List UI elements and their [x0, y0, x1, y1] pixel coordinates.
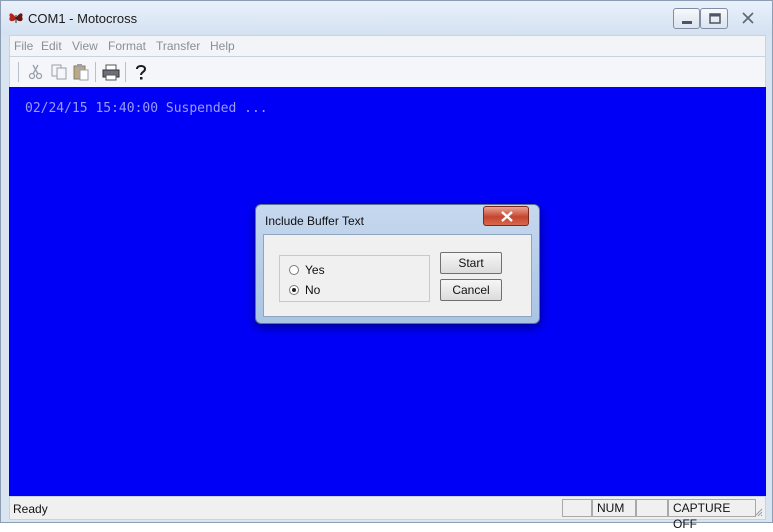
menu-help[interactable]: Help — [210, 39, 235, 53]
maximize-icon — [709, 13, 721, 24]
toolbar-separator — [125, 62, 126, 82]
close-button[interactable] — [728, 8, 768, 29]
menu-file[interactable]: File — [14, 39, 33, 53]
status-pane-empty — [562, 499, 592, 517]
window-title: COM1 - Motocross — [28, 11, 138, 26]
minimize-button[interactable] — [673, 8, 700, 29]
resize-grip-icon[interactable] — [753, 507, 763, 517]
toolbar — [9, 57, 766, 87]
close-icon — [501, 211, 513, 222]
radio-yes-label: Yes — [305, 263, 325, 277]
menu-bar: File Edit View Format Transfer Help — [9, 35, 766, 57]
close-icon — [742, 12, 754, 24]
radio-yes[interactable]: Yes — [289, 263, 409, 279]
menu-format[interactable]: Format — [108, 39, 146, 53]
dialog-title: Include Buffer Text — [265, 214, 364, 228]
dialog-body: Yes No Start Cancel — [263, 234, 532, 317]
copy-icon[interactable] — [50, 63, 68, 81]
radio-no[interactable]: No — [289, 283, 409, 299]
print-icon[interactable] — [102, 63, 120, 81]
paste-icon[interactable] — [72, 63, 90, 81]
terminal-line: 02/24/15 15:40:00 Suspended ... — [25, 101, 268, 116]
include-buffer-text-dialog: Include Buffer Text Yes No Start Cancel — [255, 204, 540, 324]
status-pane-empty — [636, 499, 668, 517]
status-text: Ready — [13, 502, 48, 516]
dialog-close-button[interactable] — [483, 206, 529, 226]
app-window: COM1 - Motocross File Edit View Format T… — [0, 0, 773, 531]
cancel-button[interactable]: Cancel — [440, 279, 502, 301]
maximize-button[interactable] — [700, 8, 728, 29]
radio-button-icon — [289, 265, 299, 275]
option-group: Yes No — [279, 255, 430, 302]
capture-indicator: CAPTURE OFF — [668, 499, 756, 531]
toolbar-separator — [18, 62, 19, 82]
title-bar[interactable]: COM1 - Motocross — [1, 1, 772, 35]
menu-transfer[interactable]: Transfer — [156, 39, 200, 53]
menu-edit[interactable]: Edit — [41, 39, 62, 53]
num-indicator: NUM — [592, 499, 636, 517]
help-icon[interactable] — [132, 63, 150, 81]
toolbar-separator — [95, 62, 96, 82]
start-button[interactable]: Start — [440, 252, 502, 274]
status-bar: Ready NUM CAPTURE OFF — [9, 496, 766, 531]
minimize-icon — [682, 21, 692, 24]
cut-icon[interactable] — [27, 63, 45, 81]
butterfly-app-icon — [9, 13, 23, 23]
radio-button-selected-icon — [289, 285, 299, 295]
menu-view[interactable]: View — [72, 39, 98, 53]
radio-no-label: No — [305, 283, 321, 297]
